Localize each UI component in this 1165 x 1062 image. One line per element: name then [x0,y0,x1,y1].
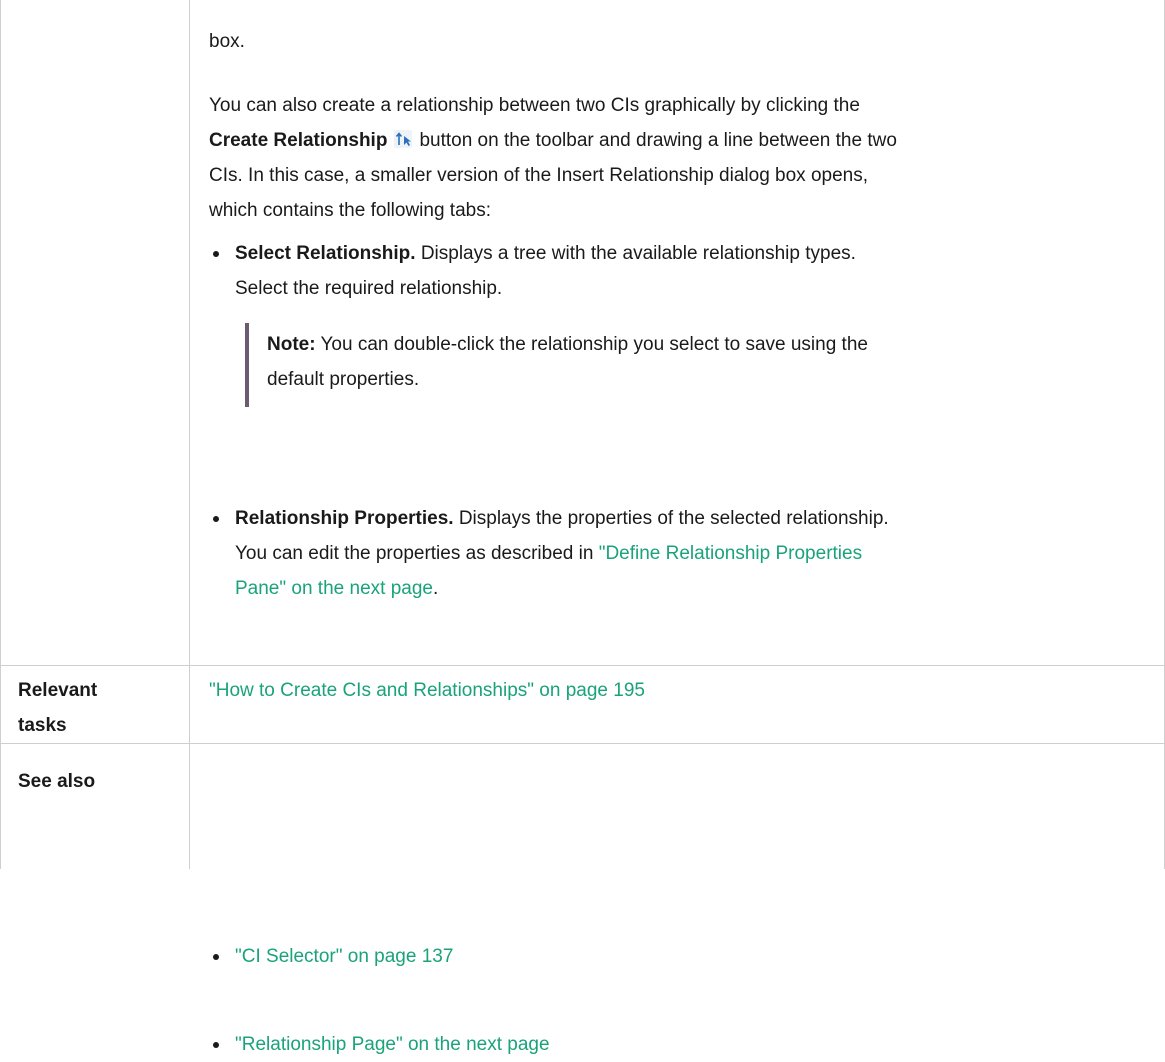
bullet-title: Select Relationship. [235,243,416,264]
text-also-3: CIs. In this case, a smaller version of … [209,165,869,186]
table-column-divider [189,0,190,869]
table-border-left [0,0,1,869]
bullet-text-cont: Select the required relationship. [235,278,503,299]
label-relevant-tasks: Relevant tasks [18,673,178,743]
bullet-text-cont: You can edit the properties as described… [235,543,594,564]
cell-relevant-tasks: "How to Create CIs and Relationships" on… [209,673,1149,708]
link-how-to-create-cis[interactable]: "How to Create CIs and Relationships" on… [209,680,645,701]
label-see-also-text: See also [18,771,96,792]
list-item-see-also-2: "Relationship Page" on the next page [209,1027,1155,1062]
label-see-also: See also [18,764,178,799]
document-table: box. You can also create a relationship … [0,0,1165,1055]
bullet-dot [213,1042,219,1048]
content-cell: box. [209,24,1149,59]
paragraph-graphical: You can also create a relationship betwe… [209,88,1149,228]
note-text: You can double-click the relationship yo… [320,334,868,355]
note-label: Note: [267,334,316,355]
link-define-relationship-properties[interactable]: "Define Relationship Properties [599,543,862,564]
row-divider-2 [0,743,1165,744]
bullet-dot [213,516,219,522]
link-define-relationship-properties-cont[interactable]: Pane" on the next page [235,578,433,599]
row-divider-1 [0,665,1165,666]
list-item-select-relationship: Select Relationship. Displays a tree wit… [209,236,1155,306]
bullet-dot [213,251,219,257]
bullet-text-end: . [432,578,439,599]
bullet-text: Displays a tree with the available relat… [420,243,856,264]
link-relationship-page[interactable]: "Relationship Page" on the next page [235,1034,550,1055]
create-relationship-icon [393,126,413,148]
link-ci-selector[interactable]: "CI Selector" on page 137 [235,946,453,967]
create-relationship-label: Create Relationship [209,130,388,151]
text-also-1: You can also create a relationship betwe… [209,95,860,116]
label-line-2: tasks [18,715,67,736]
paragraph-box: box. [209,31,245,52]
bullet-title: Relationship Properties. [235,508,454,529]
bullet-text: Displays the properties of the selected … [458,508,889,529]
note-block: Note: You can double-click the relations… [245,323,1127,407]
bullet-dot [213,954,219,960]
text-also-2: button on the toolbar and drawing a line… [419,130,897,151]
list-item-relationship-properties: Relationship Properties. Displays the pr… [209,501,1165,606]
label-line-1: Relevant [18,680,98,701]
text-also-4: which contains the following tabs: [209,200,491,221]
note-text-cont: default properties. [267,369,420,390]
list-item-see-also-1: "CI Selector" on page 137 [209,939,1155,974]
